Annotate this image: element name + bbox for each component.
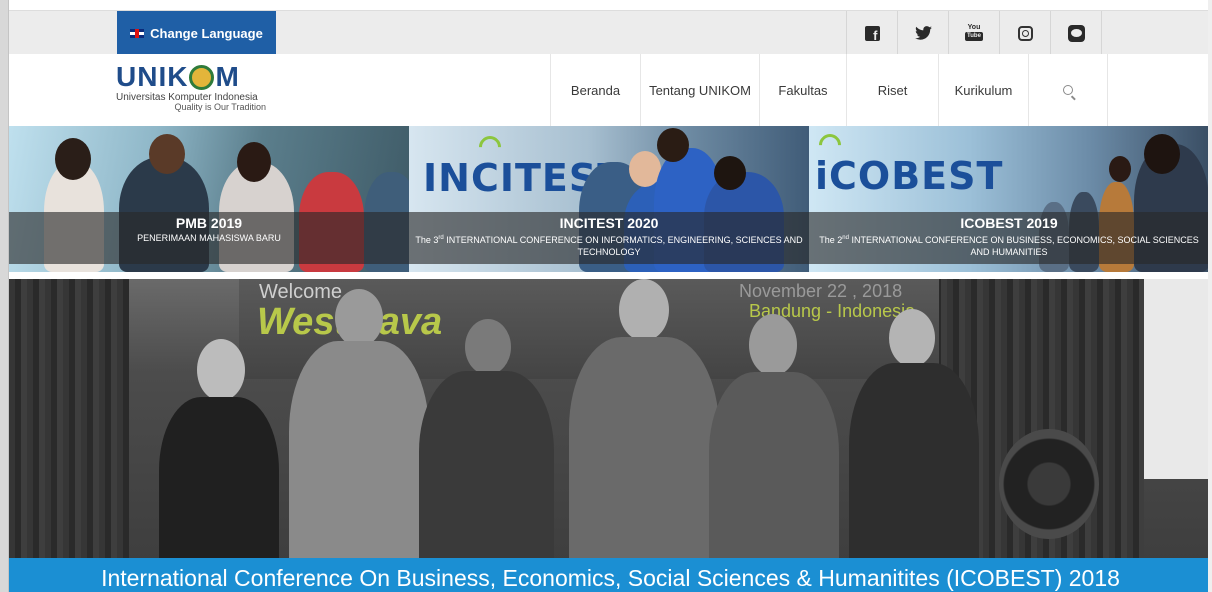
- change-language-label: Change Language: [150, 25, 263, 41]
- hero-caption: International Conference On Business, Ec…: [9, 558, 1212, 592]
- banner-subtitle: The 2nd INTERNATIONAL CONFERENCE ON BUSI…: [809, 232, 1209, 258]
- page: Change Language f You Tube UNIK M Univer…: [0, 0, 1212, 592]
- banner-title: PMB 2019: [175, 215, 243, 231]
- nav-item-tentang-unikom[interactable]: Tentang UNIKOM: [640, 54, 759, 126]
- banner-subtitle: PENERIMAAN MAHASISWA BARU: [137, 233, 281, 243]
- hero-curtain-left: [9, 279, 129, 592]
- line-icon: [1067, 24, 1085, 42]
- banner-subtitle-prefix: The 2: [819, 235, 843, 245]
- banner-caption: PMB 2019 PENERIMAAN MAHASISWA BARU: [9, 212, 409, 264]
- search-icon: [1063, 85, 1073, 95]
- logo-wordmark: UNIK M: [116, 62, 276, 92]
- window-left-edge: [0, 0, 9, 592]
- search-button[interactable]: [1028, 54, 1108, 126]
- banner-pmb-2019[interactable]: PMB 2019 PENERIMAAN MAHASISWA BARU: [9, 126, 409, 272]
- photo-person: [289, 289, 429, 592]
- line-link[interactable]: [1050, 11, 1102, 55]
- hero-backdrop-text: November 22 , 2018: [739, 281, 903, 301]
- banner-icobest-2019[interactable]: iCOBEST ICOBEST 2019 The 2nd INTERNATION…: [809, 126, 1209, 272]
- hero-slider[interactable]: Welcome West Java November 22 , 2018 Ban…: [9, 279, 1212, 592]
- youtube-icon: You Tube: [965, 24, 983, 42]
- photo-figure: [714, 156, 746, 190]
- instagram-icon: [1017, 25, 1033, 41]
- photo-person: [419, 319, 554, 592]
- instagram-link[interactable]: [999, 11, 1050, 55]
- banner-subtitle-prefix: The 3: [415, 235, 439, 245]
- emblem-icon: [189, 64, 215, 90]
- social-links: f You Tube: [846, 11, 1102, 55]
- unikom-logo[interactable]: UNIK M Universitas Komputer Indonesia Qu…: [116, 62, 276, 120]
- icobest-logo: iCOBEST: [815, 154, 1004, 198]
- main-navbar: UNIK M Universitas Komputer Indonesia Qu…: [9, 54, 1212, 126]
- logo-word-right: M: [215, 61, 240, 92]
- uk-flag-icon: [130, 28, 145, 38]
- banner-incitest-2020[interactable]: INCITEST INCITEST 2020 The 3rd INTERNATI…: [409, 126, 809, 272]
- banner-subtitle: The 3rd INTERNATIONAL CONFERENCE ON INFO…: [409, 232, 809, 258]
- twitter-icon: [914, 26, 932, 40]
- photo-person: [569, 279, 719, 592]
- photo-person: [159, 339, 279, 592]
- youtube-link[interactable]: You Tube: [948, 11, 999, 55]
- banner-title: INCITEST 2020: [559, 215, 659, 231]
- photo-figure: [55, 138, 91, 180]
- photo-figure: [149, 134, 185, 174]
- twitter-link[interactable]: [897, 11, 948, 55]
- event-banners: PMB 2019 PENERIMAAN MAHASISWA BARU INCIT…: [9, 126, 1209, 272]
- youtube-icon-text-top: You: [967, 24, 981, 31]
- banner-caption: ICOBEST 2019 The 2nd INTERNATIONAL CONFE…: [809, 212, 1209, 264]
- photo-figure: [1109, 156, 1131, 182]
- facebook-link[interactable]: f: [846, 11, 897, 55]
- photo-figure: [237, 142, 271, 182]
- photo-figure: [1144, 134, 1180, 174]
- logo-tagline: Quality is Our Tradition: [174, 102, 266, 112]
- banner-title: ICOBEST 2019: [960, 215, 1058, 231]
- banner-subtitle-text: INTERNATIONAL CONFERENCE ON INFORMATICS,…: [443, 235, 803, 257]
- banner-subtitle-text: INTERNATIONAL CONFERENCE ON BUSINESS, EC…: [848, 235, 1199, 257]
- banner-subtitle-ordinal: nd: [842, 235, 849, 241]
- facebook-icon: f: [864, 25, 880, 42]
- nav-item-kurikulum[interactable]: Kurikulum: [938, 54, 1028, 126]
- photo-person: [709, 314, 839, 592]
- banner-caption: INCITEST 2020 The 3rd INTERNATIONAL CONF…: [409, 212, 809, 264]
- hero-window: [1144, 279, 1212, 479]
- change-language-button[interactable]: Change Language: [117, 11, 276, 55]
- youtube-icon-text-bottom: Tube: [965, 32, 983, 41]
- photo-person: [849, 309, 979, 592]
- nav-menu: Beranda Tentang UNIKOM Fakultas Riset Ku…: [550, 54, 1108, 126]
- window-right-edge: [1208, 0, 1212, 592]
- nav-item-beranda[interactable]: Beranda: [550, 54, 640, 126]
- nav-item-fakultas[interactable]: Fakultas: [759, 54, 846, 126]
- top-bar: Change Language f You Tube: [9, 10, 1212, 55]
- nav-item-riset[interactable]: Riset: [846, 54, 938, 126]
- gong-image: [999, 429, 1099, 539]
- logo-word-left: UNIK: [116, 61, 189, 92]
- photo-figure: [657, 128, 689, 162]
